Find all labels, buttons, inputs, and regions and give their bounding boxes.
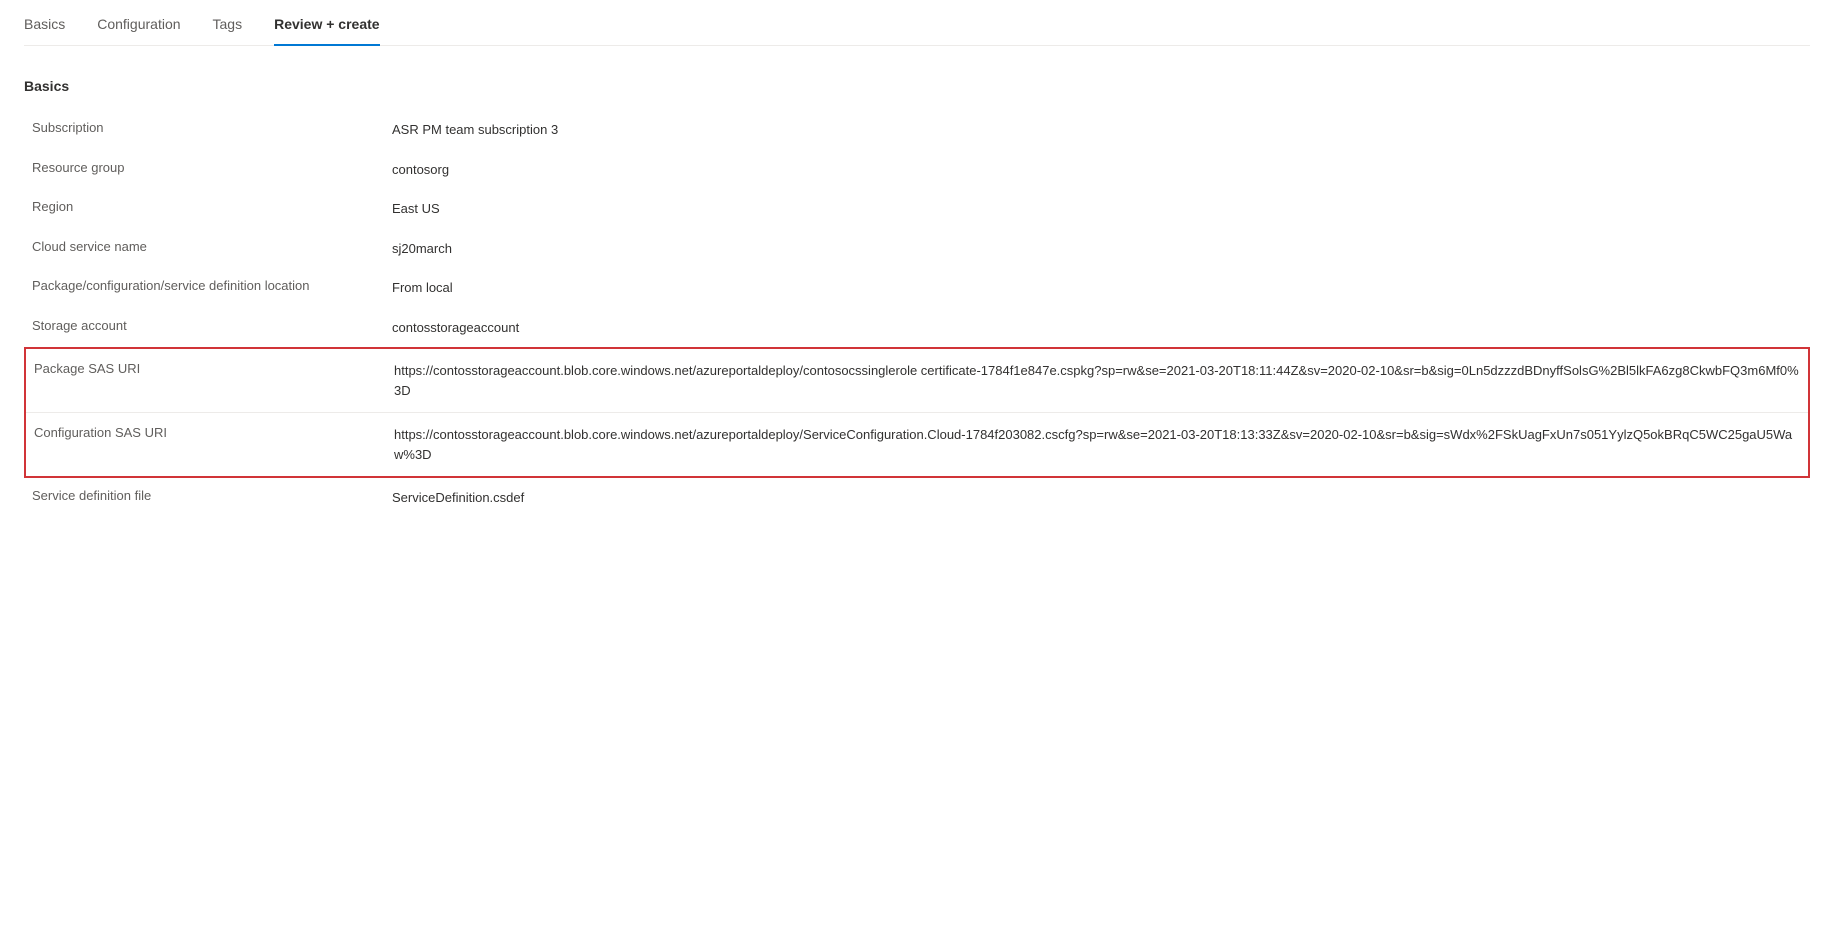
row-region: Region East US bbox=[24, 189, 1810, 229]
value-cloud-service-name: sj20march bbox=[384, 229, 1810, 269]
label-configuration-sas-uri: Configuration SAS URI bbox=[26, 413, 386, 476]
value-subscription: ASR PM team subscription 3 bbox=[384, 110, 1810, 150]
row-package-config-location: Package/configuration/service definition… bbox=[24, 268, 1810, 308]
row-cloud-service-name: Cloud service name sj20march bbox=[24, 229, 1810, 269]
row-subscription: Subscription ASR PM team subscription 3 bbox=[24, 110, 1810, 150]
value-storage-account: contosstorageaccount bbox=[384, 308, 1810, 348]
label-region: Region bbox=[24, 189, 384, 229]
tab-tags[interactable]: Tags bbox=[213, 16, 243, 46]
value-package-config-location: From local bbox=[384, 268, 1810, 308]
value-configuration-sas-uri: https://contosstorageaccount.blob.core.w… bbox=[386, 413, 1808, 476]
basics-section: Basics Subscription ASR PM team subscrip… bbox=[24, 78, 1810, 518]
label-resource-group: Resource group bbox=[24, 150, 384, 190]
row-resource-group: Resource group contosorg bbox=[24, 150, 1810, 190]
label-storage-account: Storage account bbox=[24, 308, 384, 348]
row-service-definition-file: Service definition file ServiceDefinitio… bbox=[24, 478, 1810, 518]
row-configuration-sas-uri: Configuration SAS URI https://contosstor… bbox=[26, 413, 1808, 476]
label-package-config-location: Package/configuration/service definition… bbox=[24, 268, 384, 308]
value-package-sas-uri: https://contosstorageaccount.blob.core.w… bbox=[386, 349, 1808, 412]
label-cloud-service-name: Cloud service name bbox=[24, 229, 384, 269]
value-resource-group: contosorg bbox=[384, 150, 1810, 190]
tab-basics[interactable]: Basics bbox=[24, 16, 65, 46]
tab-review-create[interactable]: Review + create bbox=[274, 16, 379, 46]
row-package-sas-uri: Package SAS URI https://contosstorageacc… bbox=[26, 349, 1808, 413]
value-service-definition-file: ServiceDefinition.csdef bbox=[384, 478, 1810, 518]
tab-configuration[interactable]: Configuration bbox=[97, 16, 180, 46]
value-region: East US bbox=[384, 189, 1810, 229]
label-package-sas-uri: Package SAS URI bbox=[26, 349, 386, 412]
tab-navigation: Basics Configuration Tags Review + creat… bbox=[24, 0, 1810, 46]
section-title: Basics bbox=[24, 78, 1810, 94]
row-storage-account: Storage account contosstorageaccount bbox=[24, 308, 1810, 348]
label-subscription: Subscription bbox=[24, 110, 384, 150]
label-service-definition-file: Service definition file bbox=[24, 478, 384, 518]
highlighted-rows-group: Package SAS URI https://contosstorageacc… bbox=[24, 347, 1810, 478]
